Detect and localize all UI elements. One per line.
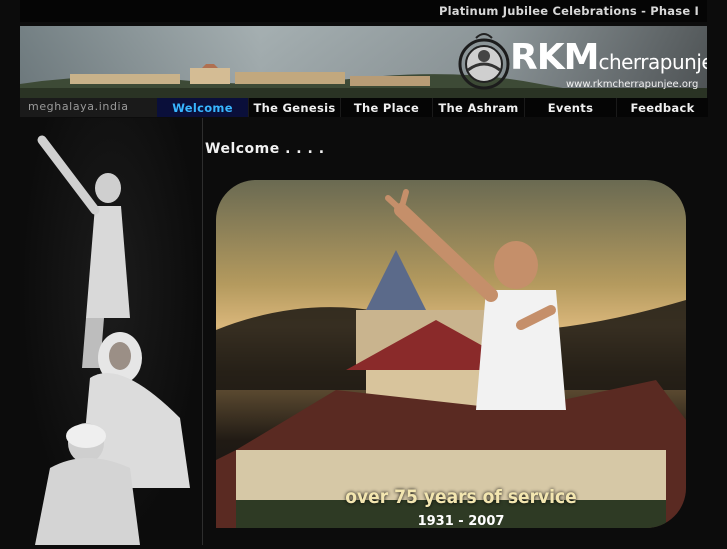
tab-feedback[interactable]: Feedback <box>617 98 708 117</box>
main-nav: Welcome The Genesis The Place The Ashram… <box>157 98 709 117</box>
page-heading: Welcome . . . . <box>205 141 325 157</box>
region-label: meghalaya.india <box>28 100 129 113</box>
tab-welcome[interactable]: Welcome <box>157 98 248 117</box>
hero-caption-years: 1931 - 2007 <box>417 514 505 528</box>
site-url: www.rkmcherrapunjee.org <box>566 79 699 90</box>
tab-events[interactable]: Events <box>525 98 616 117</box>
header-banner: RKMcherrapunjee www.rkmcherrapunjee.org <box>20 26 707 98</box>
site-tagline: Platinum Jubilee Celebrations - Phase I <box>438 4 699 18</box>
tab-the-place[interactable]: The Place <box>341 98 432 117</box>
portraits-figures <box>35 135 190 545</box>
site-logo[interactable]: RKMcherrapunjee <box>510 40 707 76</box>
hero-scene <box>216 189 686 528</box>
top-bar: Platinum Jubilee Celebrations - Phase I <box>20 0 707 22</box>
tab-the-genesis[interactable]: The Genesis <box>249 98 340 117</box>
tab-the-ashram[interactable]: The Ashram <box>433 98 524 117</box>
saints-portraits-image <box>20 118 203 545</box>
emblem-icon <box>458 33 510 90</box>
logo-cherrapunjee: cherrapunjee <box>598 50 707 74</box>
logo-rkm: RKM <box>510 37 599 78</box>
ashram-hero-image: over 75 years of service 1931 - 2007 <box>216 180 686 528</box>
nav-bar: meghalaya.india Welcome The Genesis The … <box>20 98 709 117</box>
hero-caption-service: over 75 years of service <box>345 486 577 508</box>
